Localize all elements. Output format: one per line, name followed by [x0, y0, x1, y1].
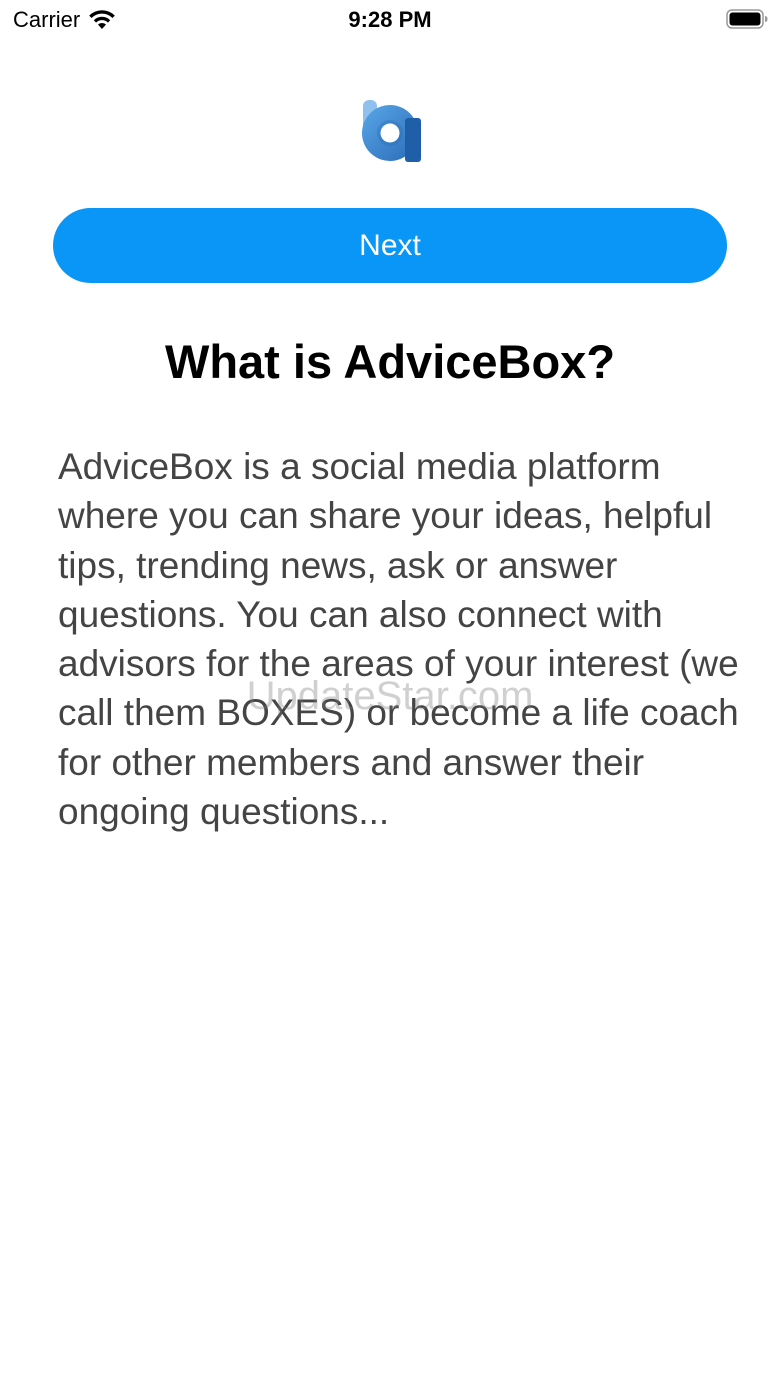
status-time: 9:28 PM	[348, 7, 432, 32]
status-bar: Carrier 9:28 PM	[0, 0, 780, 40]
description-text: AdviceBox is a social media platform whe…	[58, 446, 739, 833]
battery-icon	[726, 9, 768, 29]
page-title: What is AdviceBox?	[164, 335, 616, 388]
advicebox-logo-icon	[362, 100, 421, 162]
next-button[interactable]: Next	[53, 208, 727, 283]
